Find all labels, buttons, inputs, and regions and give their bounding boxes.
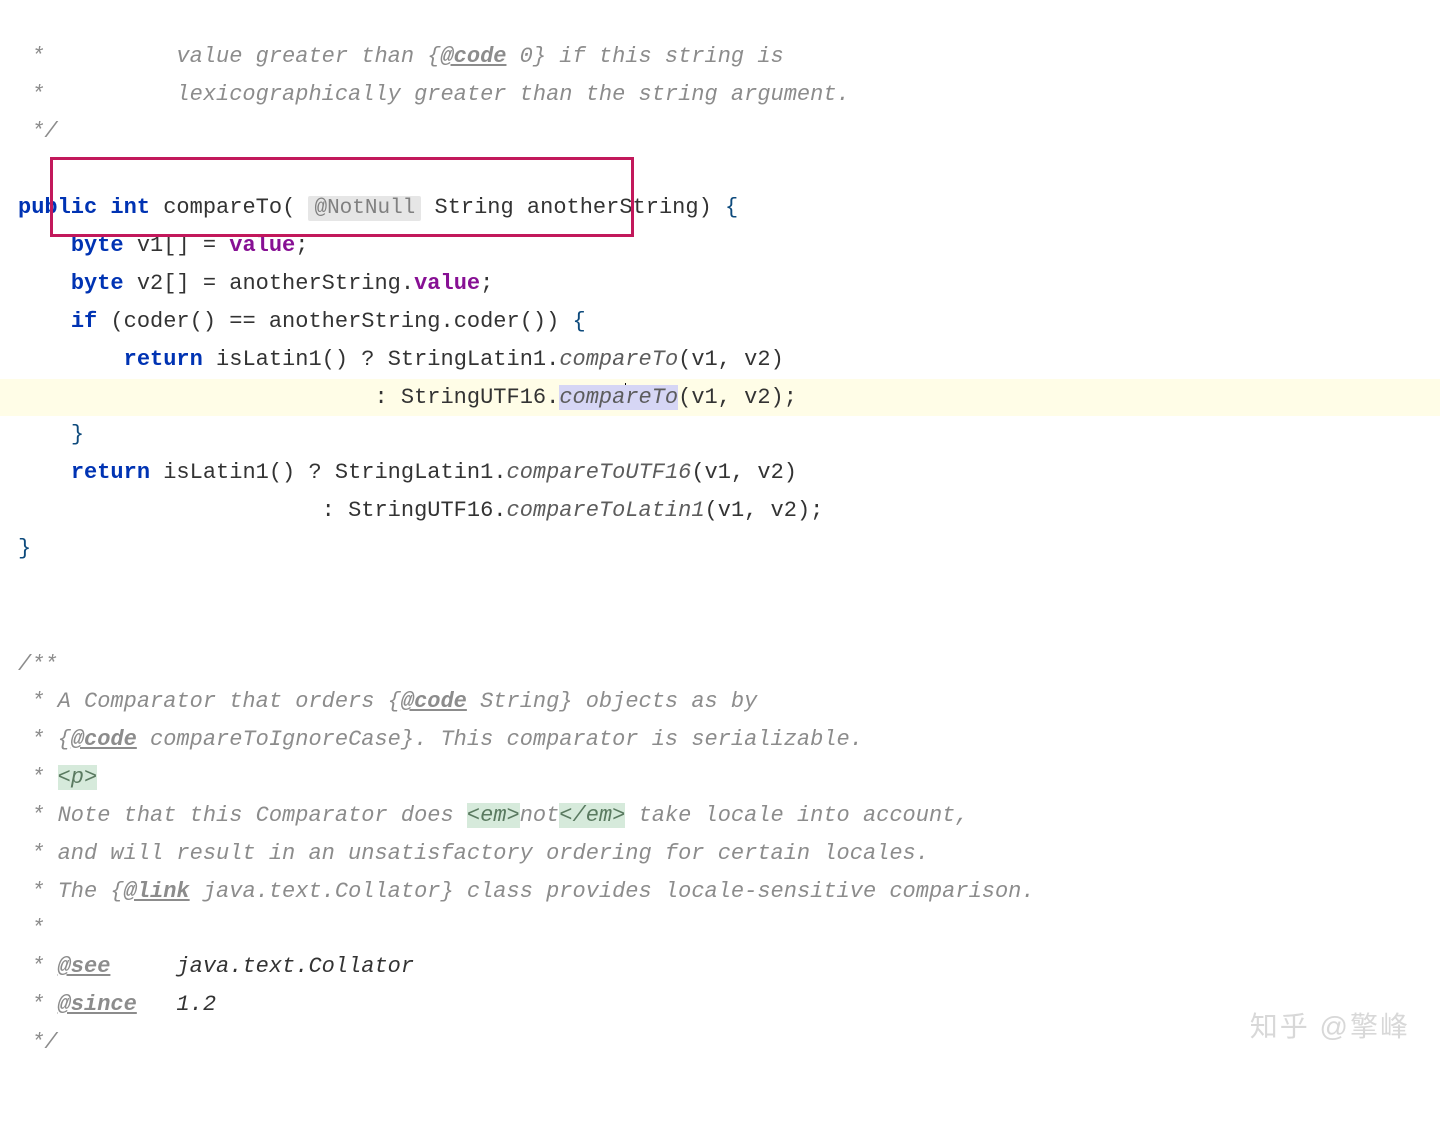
- javadoc-line: * @see java.text.Collator: [18, 954, 414, 979]
- javadoc-line: /**: [18, 652, 58, 677]
- code-line: byte v1[] = value;: [18, 233, 308, 258]
- method-signature: public int compareTo( @NotNull String an…: [18, 195, 738, 220]
- javadoc-line: *: [18, 916, 44, 941]
- method-body[interactable]: public int compareTo( @NotNull String an…: [18, 151, 1422, 567]
- javadoc-line: */: [18, 119, 58, 144]
- html-tag-em-open: <em>: [467, 803, 520, 828]
- not-null-annotation: @NotNull: [308, 196, 421, 221]
- javadoc-line: * @since 1.2: [18, 992, 216, 1017]
- code-line: }: [18, 422, 84, 447]
- html-tag-p: <p>: [58, 765, 98, 790]
- javadoc-bottom: /** * A Comparator that orders {@code St…: [18, 608, 1422, 1062]
- section-gap: [18, 568, 1422, 608]
- javadoc-top: * value greater than {@code 0} if this s…: [18, 0, 1422, 151]
- code-line: return isLatin1() ? StringLatin1.compare…: [18, 460, 797, 485]
- code-line: return isLatin1() ? StringLatin1.compare…: [18, 347, 784, 372]
- code-line: : StringUTF16.compareToLatin1(v1, v2);: [18, 498, 823, 523]
- javadoc-line: * lexicographically greater than the str…: [18, 82, 850, 107]
- javadoc-line: * {@code compareToIgnoreCase}. This comp…: [18, 727, 863, 752]
- javadoc-line: * A Comparator that orders {@code String…: [18, 689, 757, 714]
- current-line: : StringUTF16.compareTo(v1, v2);: [0, 379, 1440, 417]
- watermark: 知乎 @擎峰: [1250, 1003, 1410, 1051]
- javadoc-line: * and will result in an unsatisfactory o…: [18, 841, 929, 866]
- javadoc-line: */: [18, 1030, 58, 1055]
- javadoc-line: * The {@link java.text.Collator} class p…: [18, 879, 1035, 904]
- javadoc-line: * Note that this Comparator does <em>not…: [18, 803, 969, 828]
- html-tag-em-close: </em>: [559, 803, 625, 828]
- javadoc-line: * value greater than {@code 0} if this s…: [18, 44, 784, 69]
- code-line: }: [18, 536, 31, 561]
- javadoc-line: * <p>: [18, 765, 97, 790]
- code-line: if (coder() == anotherString.coder()) {: [18, 309, 586, 334]
- code-line: byte v2[] = anotherString.value;: [18, 271, 493, 296]
